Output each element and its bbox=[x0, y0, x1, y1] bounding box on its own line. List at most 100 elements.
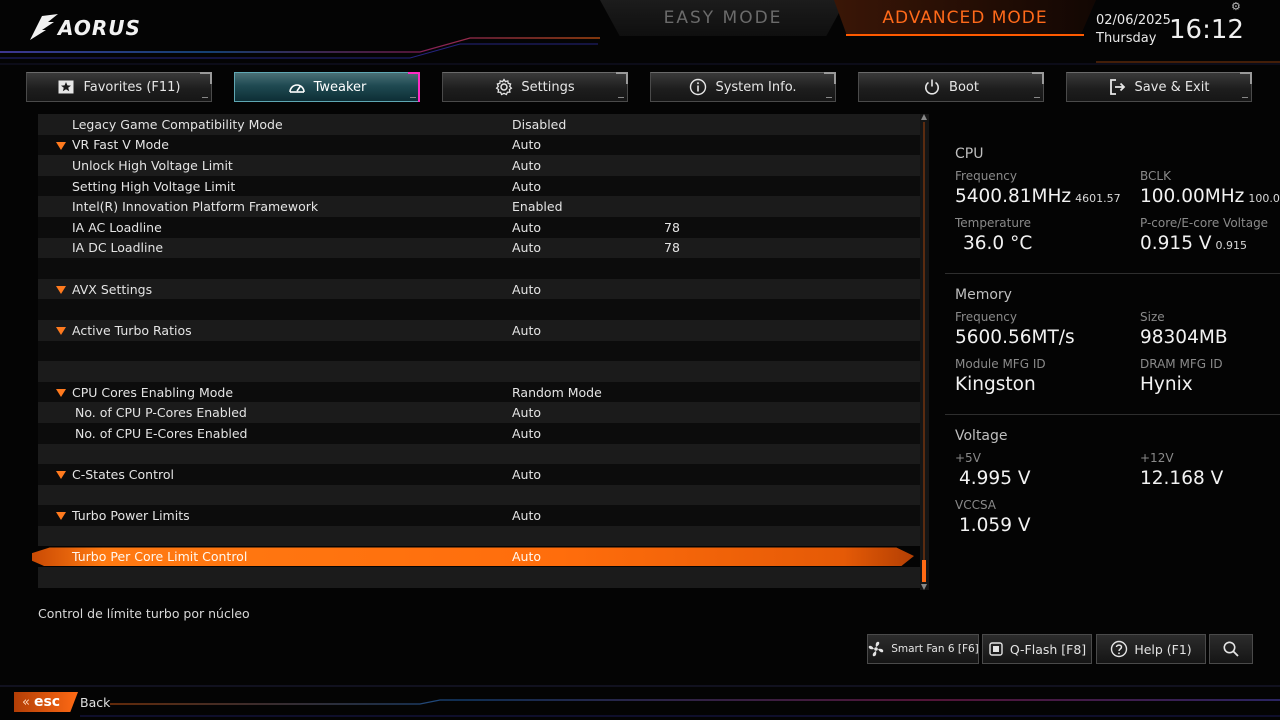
expand-triangle-icon[interactable] bbox=[56, 471, 66, 480]
date-display: 02/06/2025 bbox=[1096, 13, 1171, 28]
expand-triangle-icon[interactable] bbox=[56, 141, 66, 150]
scroll-track bbox=[923, 122, 925, 582]
tab-label: Boot bbox=[949, 79, 979, 95]
help-button[interactable]: Help (F1) bbox=[1096, 634, 1206, 664]
setting-row-empty bbox=[38, 340, 921, 362]
header-bar: AORUS EASY MODE ADVANCED MODE 02/06/2025… bbox=[0, 0, 1280, 66]
setting-name: Turbo Per Core Limit Control bbox=[72, 549, 248, 565]
setting-value[interactable]: Disabled bbox=[512, 117, 566, 132]
setting-row[interactable]: No. of CPU P-Cores Enabled Auto bbox=[38, 402, 921, 423]
scroll-up-arrow-icon[interactable] bbox=[921, 114, 927, 120]
v5-value: 4.995 V bbox=[959, 468, 1031, 489]
tab-boot[interactable]: Boot bbox=[858, 72, 1044, 102]
module-mfg-value: Kingston bbox=[955, 374, 1036, 395]
setting-value[interactable]: Auto bbox=[512, 179, 541, 194]
setting-row[interactable]: Unlock High Voltage Limit Auto bbox=[38, 155, 921, 176]
setting-row-empty bbox=[38, 443, 921, 465]
gear-icon bbox=[495, 78, 513, 96]
gear-icon[interactable]: ⚙ bbox=[1231, 0, 1241, 13]
setting-value[interactable]: Auto bbox=[512, 426, 541, 441]
setting-row-empty bbox=[38, 525, 921, 547]
tab-favorites[interactable]: Favorites (F11) bbox=[26, 72, 212, 102]
search-button[interactable] bbox=[1209, 634, 1253, 664]
help-label: Help (F1) bbox=[1134, 641, 1192, 657]
tab-system-info[interactable]: System Info. bbox=[650, 72, 836, 102]
setting-value[interactable]: Auto bbox=[512, 405, 541, 420]
setting-name: Intel(R) Innovation Platform Framework bbox=[72, 199, 319, 215]
setting-name: AVX Settings bbox=[72, 281, 153, 297]
memory-frequency-label: Frequency bbox=[955, 310, 1017, 324]
setting-current-value: 78 bbox=[664, 240, 680, 256]
tab-settings[interactable]: Settings bbox=[442, 72, 628, 102]
setting-row[interactable]: Intel(R) Innovation Platform Framework En… bbox=[38, 196, 921, 217]
weekday-display: Thursday bbox=[1096, 31, 1157, 46]
section-title: Voltage bbox=[955, 428, 1008, 444]
setting-value[interactable]: Random Mode bbox=[512, 385, 602, 400]
setting-value[interactable]: Auto bbox=[512, 137, 541, 152]
tab-save-exit[interactable]: Save & Exit bbox=[1066, 72, 1252, 102]
esc-button[interactable]: « esc bbox=[14, 692, 78, 712]
brand-logo: AORUS bbox=[58, 16, 141, 40]
setting-row[interactable]: CPU Cores Enabling Mode Random Mode bbox=[38, 381, 921, 403]
setting-row[interactable]: No. of CPU E-Cores Enabled Auto bbox=[38, 422, 921, 444]
v12-label: +12V bbox=[1140, 451, 1174, 465]
expand-triangle-icon[interactable] bbox=[56, 512, 66, 521]
setting-value[interactable]: Auto bbox=[512, 323, 541, 338]
setting-row[interactable]: Setting High Voltage Limit Auto bbox=[38, 175, 921, 197]
expand-triangle-icon[interactable] bbox=[56, 326, 66, 335]
qflash-button[interactable]: Q-Flash [F8] bbox=[982, 634, 1092, 664]
setting-row[interactable]: Legacy Game Compatibility Mode Disabled bbox=[38, 114, 921, 135]
setting-row[interactable]: Turbo Per Core Limit Control Auto bbox=[32, 546, 921, 567]
fan-icon bbox=[867, 640, 885, 658]
easy-mode-tab[interactable]: EASY MODE bbox=[600, 0, 846, 36]
tab-label: Settings bbox=[521, 79, 575, 95]
setting-value[interactable]: Auto bbox=[512, 282, 541, 297]
advanced-mode-tab[interactable]: ADVANCED MODE bbox=[834, 0, 1096, 36]
memory-size-label: Size bbox=[1140, 310, 1165, 324]
setting-row[interactable]: IA AC Loadline Auto 78 bbox=[38, 216, 921, 238]
setting-value[interactable]: Auto bbox=[512, 158, 541, 173]
clock-display: 16:12 bbox=[1169, 15, 1244, 45]
setting-row-empty bbox=[38, 299, 921, 320]
expand-triangle-icon[interactable] bbox=[56, 285, 66, 294]
smart-fan-button[interactable]: Smart Fan 6 [F6] bbox=[867, 634, 979, 664]
setting-value[interactable]: Auto bbox=[512, 549, 541, 564]
setting-name: No. of CPU E-Cores Enabled bbox=[75, 425, 248, 441]
tab-label: Tweaker bbox=[313, 79, 367, 95]
setting-row[interactable]: Active Turbo Ratios Auto bbox=[38, 319, 921, 341]
memory-size-value: 98304MB bbox=[1140, 327, 1228, 348]
setting-row[interactable]: VR Fast V Mode Auto bbox=[38, 134, 921, 156]
item-help-text: Control de límite turbo por núcleo bbox=[38, 606, 250, 621]
core-voltage-label: P-core/E-core Voltage bbox=[1140, 216, 1269, 230]
tab-tweaker[interactable]: Tweaker bbox=[234, 72, 420, 102]
setting-row[interactable]: IA DC Loadline Auto 78 bbox=[38, 237, 921, 259]
setting-row-empty bbox=[38, 567, 921, 588]
setting-value[interactable]: Auto bbox=[512, 508, 541, 523]
setting-row[interactable]: C-States Control Auto bbox=[38, 464, 921, 485]
setting-row-empty bbox=[38, 484, 921, 506]
setting-name: C-States Control bbox=[72, 466, 174, 482]
setting-name: Unlock High Voltage Limit bbox=[72, 157, 233, 173]
setting-name: CPU Cores Enabling Mode bbox=[72, 384, 234, 400]
setting-value[interactable]: Auto bbox=[512, 220, 541, 235]
advanced-mode-label: ADVANCED MODE bbox=[882, 8, 1048, 28]
setting-value[interactable]: Auto bbox=[512, 240, 541, 255]
info-icon bbox=[689, 78, 707, 96]
scroll-down-arrow-icon[interactable] bbox=[921, 584, 927, 590]
expand-triangle-icon[interactable] bbox=[56, 388, 66, 397]
scroll-thumb[interactable] bbox=[922, 560, 926, 582]
setting-current-value: 78 bbox=[664, 219, 680, 235]
setting-row[interactable]: AVX Settings Auto bbox=[38, 278, 921, 300]
setting-row[interactable]: Turbo Power Limits Auto bbox=[38, 505, 921, 526]
smart-fan-label: Smart Fan 6 [F6] bbox=[891, 643, 979, 655]
exit-icon bbox=[1109, 78, 1127, 96]
cpu-frequency-label: Frequency bbox=[955, 169, 1017, 183]
setting-value[interactable]: Enabled bbox=[512, 199, 563, 214]
back-label[interactable]: Back bbox=[80, 695, 110, 710]
setting-value[interactable]: Auto bbox=[512, 467, 541, 482]
esc-label: esc bbox=[33, 694, 61, 710]
list-scrollbar[interactable] bbox=[920, 114, 929, 590]
setting-name: VR Fast V Mode bbox=[72, 137, 169, 153]
star-icon bbox=[57, 78, 75, 96]
speedometer-icon bbox=[288, 78, 306, 96]
